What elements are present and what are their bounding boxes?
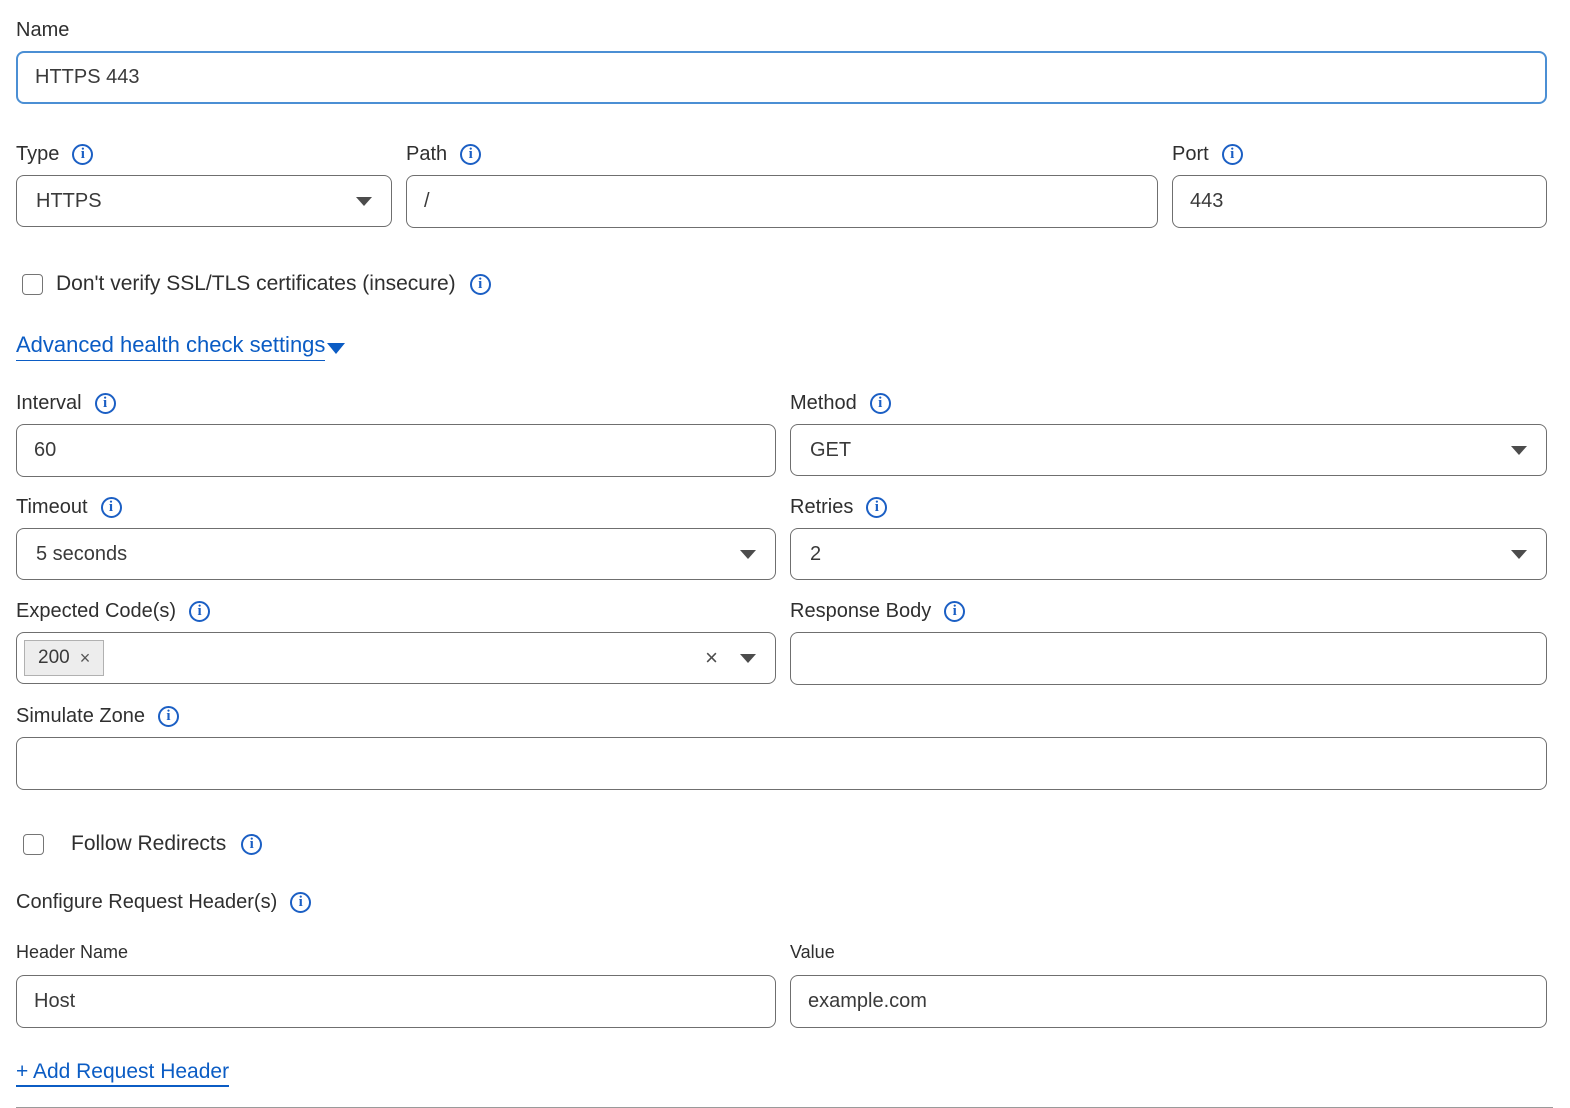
timeout-label: Timeout <box>16 495 88 519</box>
chevron-down-icon <box>327 343 345 354</box>
expected-code-tag-value: 200 <box>38 647 70 669</box>
chevron-down-icon <box>1511 446 1527 455</box>
type-path-port-row: Type i HTTPS Path i Port i <box>16 142 1547 228</box>
follow-redirects-checkbox[interactable] <box>23 834 44 855</box>
simulate-zone-input[interactable] <box>16 737 1547 790</box>
follow-redirects-row: Follow Redirects i <box>16 832 1547 856</box>
type-select[interactable]: HTTPS <box>16 175 392 227</box>
advanced-settings-row: Advanced health check settings <box>16 332 1547 361</box>
timeout-select[interactable]: 5 seconds <box>16 528 776 580</box>
interval-label: Interval <box>16 391 82 415</box>
interval-info-icon[interactable]: i <box>95 393 116 414</box>
method-select-value: GET <box>810 439 851 462</box>
retries-select-value: 2 <box>810 543 821 566</box>
ssl-verify-checkbox[interactable] <box>22 274 43 295</box>
name-label-row: Name <box>16 18 1547 42</box>
port-label: Port <box>1172 142 1209 166</box>
interval-input[interactable] <box>16 424 776 477</box>
header-name-input[interactable] <box>16 975 776 1028</box>
follow-redirects-label: Follow Redirects <box>71 832 226 856</box>
timeout-retries-row: Timeout i 5 seconds Retries i 2 <box>16 495 1547 580</box>
method-label: Method <box>790 391 857 415</box>
expected-codes-label: Expected Code(s) <box>16 599 176 623</box>
tag-remove-icon[interactable]: × <box>80 648 91 669</box>
header-value-input[interactable] <box>790 975 1547 1028</box>
chevron-down-icon <box>740 654 756 663</box>
chevron-down-icon <box>356 197 372 206</box>
retries-label: Retries <box>790 495 853 519</box>
port-info-icon[interactable]: i <box>1222 144 1243 165</box>
method-info-icon[interactable]: i <box>870 393 891 414</box>
simulate-zone-section: Simulate Zone i <box>16 704 1547 790</box>
chevron-down-icon <box>740 550 756 559</box>
type-info-icon[interactable]: i <box>72 144 93 165</box>
simulate-zone-label: Simulate Zone <box>16 704 145 728</box>
simulate-zone-info-icon[interactable]: i <box>158 706 179 727</box>
retries-select[interactable]: 2 <box>790 528 1547 580</box>
type-select-value: HTTPS <box>36 190 102 213</box>
timeout-select-value: 5 seconds <box>36 543 127 566</box>
ssl-verify-row: Don't verify SSL/TLS certificates (insec… <box>16 272 1547 296</box>
response-body-info-icon[interactable]: i <box>944 601 965 622</box>
codes-body-row: Expected Code(s) i 200 × × Response Body… <box>16 599 1547 685</box>
response-body-label: Response Body <box>790 599 931 623</box>
expected-codes-multiselect[interactable]: 200 × × <box>16 632 776 684</box>
response-body-input[interactable] <box>790 632 1547 685</box>
path-label: Path <box>406 142 447 166</box>
header-name-label: Header Name <box>16 942 128 964</box>
path-info-icon[interactable]: i <box>460 144 481 165</box>
ssl-verify-label: Don't verify SSL/TLS certificates (insec… <box>56 272 456 296</box>
timeout-info-icon[interactable]: i <box>101 497 122 518</box>
expected-code-tag: 200 × <box>24 640 104 676</box>
advanced-settings-link[interactable]: Advanced health check settings <box>16 332 325 361</box>
expected-codes-info-icon[interactable]: i <box>189 601 210 622</box>
health-check-form: Name Type i HTTPS Path i Port i <box>16 18 1547 1108</box>
clear-all-icon[interactable]: × <box>705 645 718 671</box>
name-input[interactable] <box>16 51 1547 104</box>
configure-headers-label: Configure Request Header(s) <box>16 890 277 914</box>
add-header-row: + Add Request Header <box>16 1060 1547 1084</box>
header-value-label: Value <box>790 942 835 964</box>
follow-redirects-info-icon[interactable]: i <box>241 834 262 855</box>
header-name-value-row: Header Name Value <box>16 942 1547 1028</box>
chevron-down-icon <box>1511 550 1527 559</box>
ssl-verify-info-icon[interactable]: i <box>470 274 491 295</box>
add-request-header-link[interactable]: + Add Request Header <box>16 1060 229 1087</box>
retries-info-icon[interactable]: i <box>866 497 887 518</box>
method-select[interactable]: GET <box>790 424 1547 476</box>
configure-headers-info-icon[interactable]: i <box>290 892 311 913</box>
path-input[interactable] <box>406 175 1158 228</box>
interval-method-row: Interval i Method i GET <box>16 391 1547 477</box>
name-label: Name <box>16 18 69 42</box>
port-input[interactable] <box>1172 175 1547 228</box>
type-label: Type <box>16 142 59 166</box>
request-headers-section-label: Configure Request Header(s) i <box>16 890 1547 914</box>
